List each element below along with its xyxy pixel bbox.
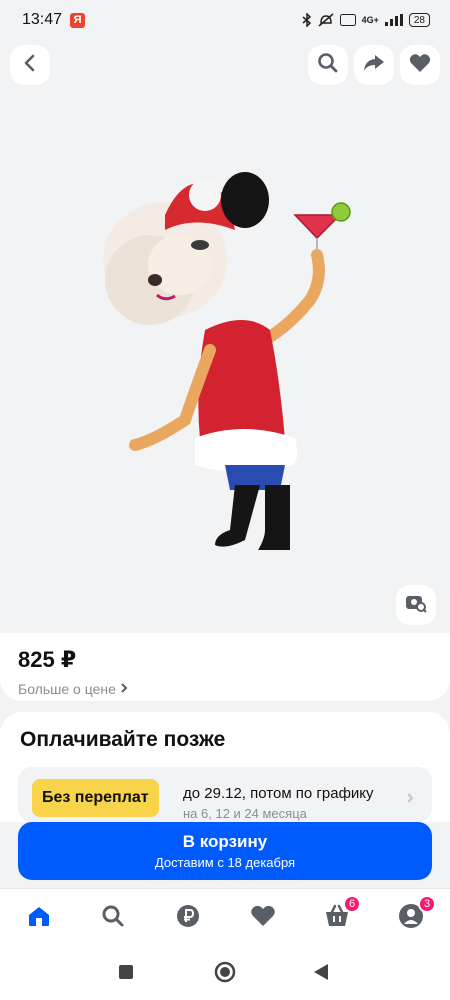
tab-search[interactable] [98,903,128,933]
profile-count-badge: 3 [418,895,436,913]
chevron-right-icon [120,681,128,697]
image-search-button[interactable] [396,585,436,625]
product-gallery[interactable] [0,40,450,633]
share-icon [363,53,385,78]
installment-deadline: до 29.12, потом по графику [183,785,374,802]
cart-count-badge: 6 [343,895,361,913]
search-icon [317,52,339,79]
delivery-date: Доставим с 18 декабря [154,855,296,870]
yandex-app-icon: Я [70,12,86,28]
volte-icon [339,14,356,26]
heart-icon [409,53,431,78]
search-button[interactable] [308,45,348,85]
price-details-label: Больше о цене [18,681,116,697]
status-icons: 4G+ 28 [302,13,430,27]
favorite-button[interactable] [400,45,440,85]
recents-icon[interactable] [118,964,134,985]
search-icon [101,904,125,933]
system-nav-bar [0,948,450,1000]
installment-terms: на 6, 12 и 24 месяца [183,806,307,821]
share-button[interactable] [354,45,394,85]
tab-favorites[interactable] [248,903,278,933]
ruble-icon [176,904,200,933]
chevron-right-icon [406,791,414,809]
heart-icon [250,904,276,933]
pay-later-title: Оплачивайте позже [20,728,226,751]
back-nav-icon[interactable] [313,963,329,986]
tab-finance[interactable] [173,903,203,933]
installment-offer[interactable]: Без переплат до 29.12, потом по графику … [18,767,432,822]
price-card: 825 ₽ Больше о цене [0,633,450,701]
product-price: 825 ₽ [18,647,77,672]
add-to-cart-button[interactable]: В корзину Доставим с 18 декабря [18,822,432,880]
image-search-icon [405,592,427,619]
home-icon [27,904,51,933]
signal-icon [384,14,403,26]
price-details-link[interactable]: Больше о цене [18,681,432,697]
back-button[interactable] [10,45,50,85]
no-overpay-badge: Без переплат [32,779,159,817]
network-type: 4G+ [361,15,379,25]
product-image[interactable] [95,120,365,550]
back-icon [20,53,40,78]
home-nav-icon[interactable] [214,961,236,988]
mute-icon [318,13,334,27]
status-time: 13:47 [22,11,63,28]
bottom-tab-bar: 6 3 [0,888,450,948]
status-bar: 13:47 Я 4G+ 28 [0,0,450,40]
add-to-cart-label: В корзину [182,832,268,851]
battery-icon: 28 [408,13,430,27]
pay-later-card: Оплачивайте позже Без переплат до 29.12,… [0,712,450,822]
tab-home[interactable] [24,903,54,933]
bluetooth-icon [302,13,312,27]
